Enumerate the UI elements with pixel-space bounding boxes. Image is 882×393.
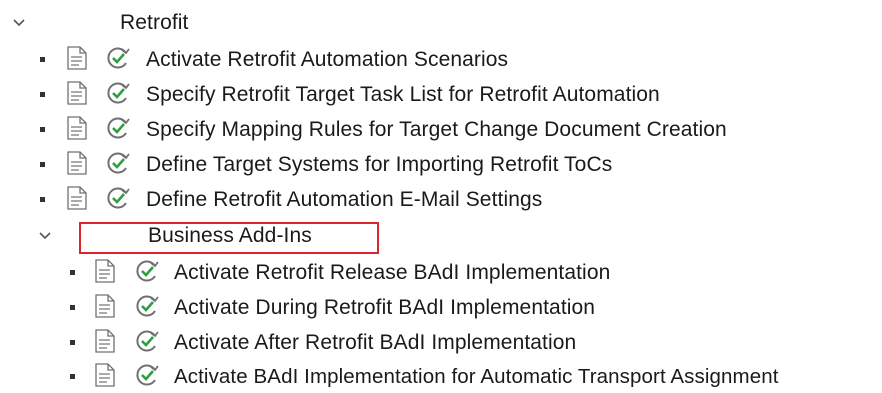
tree-item[interactable]: Activate After Retrofit BAdI Implementat… [0,325,700,359]
tree-item[interactable]: Activate During Retrofit BAdI Implementa… [0,290,700,324]
execute-icon[interactable] [105,80,131,106]
document-icon[interactable] [66,116,88,140]
chevron-down-icon[interactable] [38,229,52,243]
execute-icon[interactable] [105,185,131,211]
tree-item[interactable]: Specify Retrofit Target Task List for Re… [0,77,760,111]
tree-node-label: Business Add-Ins [148,224,312,247]
tree-item[interactable]: Specify Mapping Rules for Target Change … [0,112,820,146]
bullet-icon [70,374,75,379]
tree-item[interactable]: Define Target Systems for Importing Retr… [0,147,720,181]
tree-node-business-add-ins[interactable]: Business Add-Ins [0,219,400,254]
execute-icon[interactable] [105,115,131,141]
tree-item-label: Specify Retrofit Target Task List for Re… [146,83,660,106]
tree-item-label: Define Retrofit Automation E-Mail Settin… [146,188,543,211]
bullet-icon [70,340,75,345]
document-icon[interactable] [94,259,116,283]
img-tree: Retrofit Activate Retrofit Automation Sc… [0,0,882,390]
tree-item[interactable]: Activate BAdI Implementation for Automat… [0,359,882,393]
document-icon[interactable] [66,46,88,70]
document-icon[interactable] [66,151,88,175]
bullet-icon [40,162,45,167]
tree-item[interactable]: Activate Retrofit Automation Scenarios [0,42,700,76]
document-icon[interactable] [94,329,116,353]
bullet-icon [40,57,45,62]
execute-icon[interactable] [134,293,160,319]
execute-icon[interactable] [134,362,160,388]
bullet-icon [40,127,45,132]
document-icon[interactable] [66,186,88,210]
tree-item-label: Activate During Retrofit BAdI Implementa… [174,296,596,319]
bullet-icon [40,92,45,97]
tree-item-label: Specify Mapping Rules for Target Change … [146,118,727,141]
bullet-icon [70,305,75,310]
tree-item-label: Activate After Retrofit BAdI Implementat… [174,331,577,354]
execute-icon[interactable] [134,328,160,354]
execute-icon[interactable] [105,150,131,176]
tree-item-label: Activate Retrofit Automation Scenarios [146,48,509,71]
chevron-down-icon[interactable] [12,16,26,30]
tree-item-label: Define Target Systems for Importing Retr… [146,153,613,176]
document-icon[interactable] [94,294,116,318]
tree-item-label: Activate Retrofit Release BAdI Implement… [174,261,611,284]
execute-icon[interactable] [134,258,160,284]
tree-item-label: Activate BAdI Implementation for Automat… [174,365,779,388]
document-icon[interactable] [66,81,88,105]
tree-node-label: Retrofit [120,11,189,34]
tree-item[interactable]: Activate Retrofit Release BAdI Implement… [0,255,700,289]
document-icon[interactable] [94,363,116,387]
tree-node-retrofit[interactable]: Retrofit [0,6,300,40]
tree-item[interactable]: Define Retrofit Automation E-Mail Settin… [0,182,660,216]
bullet-icon [70,270,75,275]
execute-icon[interactable] [105,45,131,71]
bullet-icon [40,197,45,202]
